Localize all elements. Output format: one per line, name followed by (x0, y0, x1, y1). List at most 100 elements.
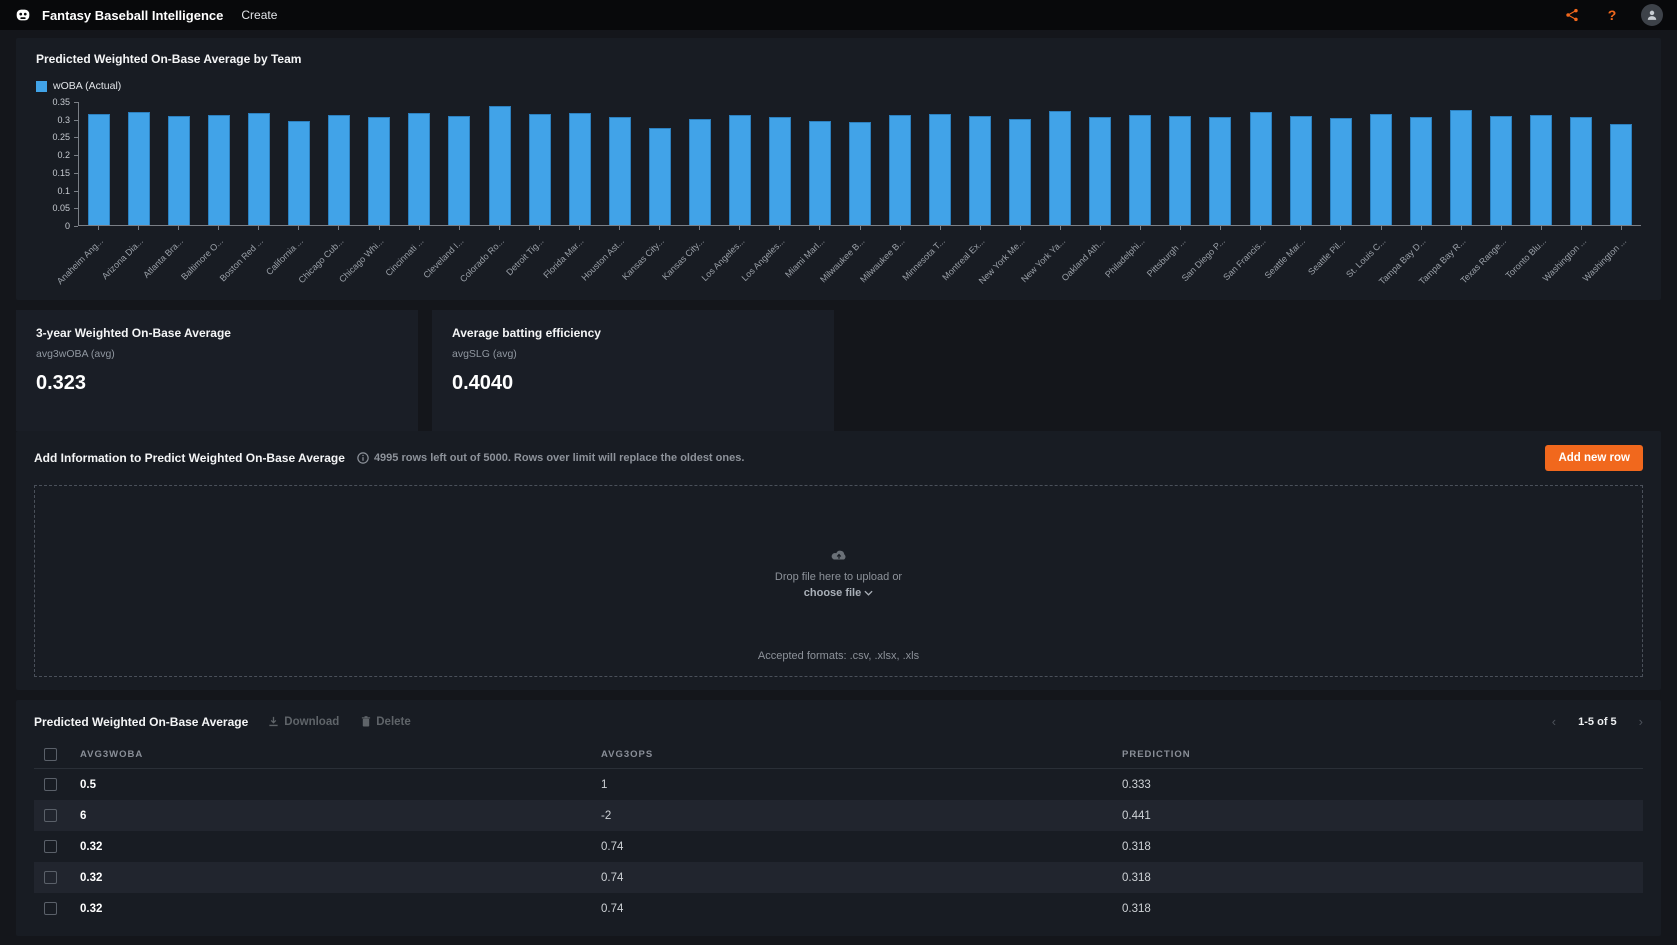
bar-Baltimore O...[interactable] (208, 115, 230, 225)
table-cell: 1 (601, 779, 1122, 791)
table-title: Predicted Weighted On-Base Average (34, 715, 248, 729)
x-axis-tick (619, 226, 620, 230)
prev-page-icon[interactable]: ‹ (1552, 714, 1556, 729)
bar-Minnesota T...[interactable] (929, 114, 951, 225)
column-header-avg3ops: AVG3OPS (601, 749, 1122, 760)
table-cell: 0.32 (80, 903, 601, 915)
help-icon[interactable]: ? (1603, 6, 1621, 24)
x-axis-label: St. Louis C... (1344, 236, 1388, 280)
row-checkbox[interactable] (44, 871, 57, 884)
x-axis-tick (1300, 226, 1301, 230)
x-axis-tick (459, 226, 460, 230)
row-checkbox[interactable] (44, 778, 57, 791)
pagination: ‹ 1-5 of 5 › (1552, 714, 1643, 729)
bar-Toronto Blu...[interactable] (1530, 115, 1552, 225)
metrics-row: 3-year Weighted On-Base Average avg3wOBA… (16, 310, 1661, 431)
bar-Miami Marl...[interactable] (809, 121, 831, 225)
table-row: 6-20.441 (34, 800, 1643, 831)
x-axis-tick (1220, 226, 1221, 230)
x-axis-tick (499, 226, 500, 230)
bar-Los Angeles...[interactable] (729, 115, 751, 225)
x-axis-tick (1020, 226, 1021, 230)
bar-Oakland Ath...[interactable] (1089, 117, 1111, 225)
bar-Colorado Ro...[interactable] (489, 106, 511, 225)
table-cell: 0.318 (1122, 872, 1643, 884)
info-icon (357, 452, 369, 464)
download-button[interactable]: Download (268, 716, 339, 728)
user-avatar[interactable] (1641, 4, 1663, 26)
x-axis-tick (699, 226, 700, 230)
bar-Pittsburgh ...[interactable] (1169, 116, 1191, 225)
bar-Chicago Whi...[interactable] (368, 117, 390, 225)
bar-Atlanta Bra...[interactable] (168, 116, 190, 225)
bar-Milwaukee B...[interactable] (889, 115, 911, 225)
x-axis-tick (1581, 226, 1582, 230)
bar-Seattle Mar...[interactable] (1290, 116, 1312, 225)
bar-Montreal Ex...[interactable] (969, 116, 991, 225)
bar-Seattle Pil...[interactable] (1330, 118, 1352, 225)
legend-label: wOBA (Actual) (53, 80, 121, 92)
bar-New York Me...[interactable] (1009, 119, 1031, 225)
file-dropzone[interactable]: Drop file here to upload or choose file … (34, 485, 1643, 677)
bar-Tampa Bay R...[interactable] (1450, 110, 1472, 225)
x-axis-tick (1340, 226, 1341, 230)
x-axis-tick (579, 226, 580, 230)
table-header-row: AVG3WOBAAVG3OPSPREDICTION (34, 741, 1643, 769)
bar-Milwaukee B...[interactable] (849, 122, 871, 225)
bar-Kansas City...[interactable] (649, 128, 671, 225)
x-axis-tick (980, 226, 981, 230)
delete-button[interactable]: Delete (361, 716, 411, 728)
bar-San Francis...[interactable] (1250, 112, 1272, 225)
nav-create[interactable]: Create (241, 8, 277, 22)
bar-San Diego P...[interactable] (1209, 117, 1231, 225)
table-row: 0.320.740.318 (34, 862, 1643, 893)
bar-Kansas City...[interactable] (689, 119, 711, 225)
bar-Los Angeles...[interactable] (769, 117, 791, 225)
topbar: Fantasy Baseball Intelligence Create ? (0, 0, 1677, 30)
table-cell: 0.74 (601, 903, 1122, 915)
bar-Detroit Tig...[interactable] (529, 114, 551, 225)
x-axis-tick (659, 226, 660, 230)
bar-Cincinnati ...[interactable] (408, 113, 430, 225)
bar-Houston Ast...[interactable] (609, 117, 631, 225)
bar-Philadelphi...[interactable] (1129, 115, 1151, 225)
legend-item-woba-actual[interactable]: wOBA (Actual) (36, 80, 121, 92)
bar-Chicago Cub...[interactable] (328, 115, 350, 225)
x-axis-tick (298, 226, 299, 230)
row-checkbox[interactable] (44, 902, 57, 915)
bar-Tampa Bay D...[interactable] (1410, 117, 1432, 225)
bar-New York Ya...[interactable] (1049, 111, 1071, 225)
bar-Anaheim Ang...[interactable] (88, 114, 110, 225)
bar-California ...[interactable] (288, 121, 310, 225)
column-header-avg3woba: AVG3WOBA (80, 749, 601, 760)
x-axis-tick (419, 226, 420, 230)
x-axis-tick (1461, 226, 1462, 230)
bar-Cleveland I...[interactable] (448, 116, 470, 225)
choose-file-link[interactable]: choose file (804, 587, 873, 599)
bar-Washington ...[interactable] (1570, 117, 1592, 225)
row-checkbox[interactable] (44, 809, 57, 822)
row-checkbox[interactable] (44, 840, 57, 853)
chart-title: Predicted Weighted On-Base Average by Te… (36, 52, 1641, 66)
x-axis-tick (1060, 226, 1061, 230)
x-axis-label: Miami Marl... (783, 236, 826, 279)
x-axis-label: Arizona Dia... (100, 236, 145, 281)
share-icon[interactable] (1563, 6, 1581, 24)
bar-Boston Red ...[interactable] (248, 113, 270, 225)
table-cell: 6 (80, 810, 601, 822)
x-axis-label: Detroit Tig... (505, 236, 546, 277)
bar-Washington ...[interactable] (1610, 124, 1632, 225)
pagination-range: 1-5 of 5 (1578, 716, 1617, 728)
metric-value: 0.4040 (452, 372, 814, 395)
add-new-row-button[interactable]: Add new row (1545, 445, 1643, 471)
bar-Florida Mar...[interactable] (569, 113, 591, 225)
x-axis-tick (900, 226, 901, 230)
metric-title: 3-year Weighted On-Base Average (36, 326, 398, 340)
chevron-down-icon (864, 590, 873, 596)
next-page-icon[interactable]: › (1639, 714, 1643, 729)
x-axis-labels: Anaheim Ang...Arizona Dia...Atlanta Bra.… (78, 226, 1641, 298)
row-checkbox[interactable] (44, 748, 57, 761)
bar-St. Louis C...[interactable] (1370, 114, 1392, 225)
bar-Arizona Dia...[interactable] (128, 112, 150, 225)
bar-Texas Range...[interactable] (1490, 116, 1512, 225)
